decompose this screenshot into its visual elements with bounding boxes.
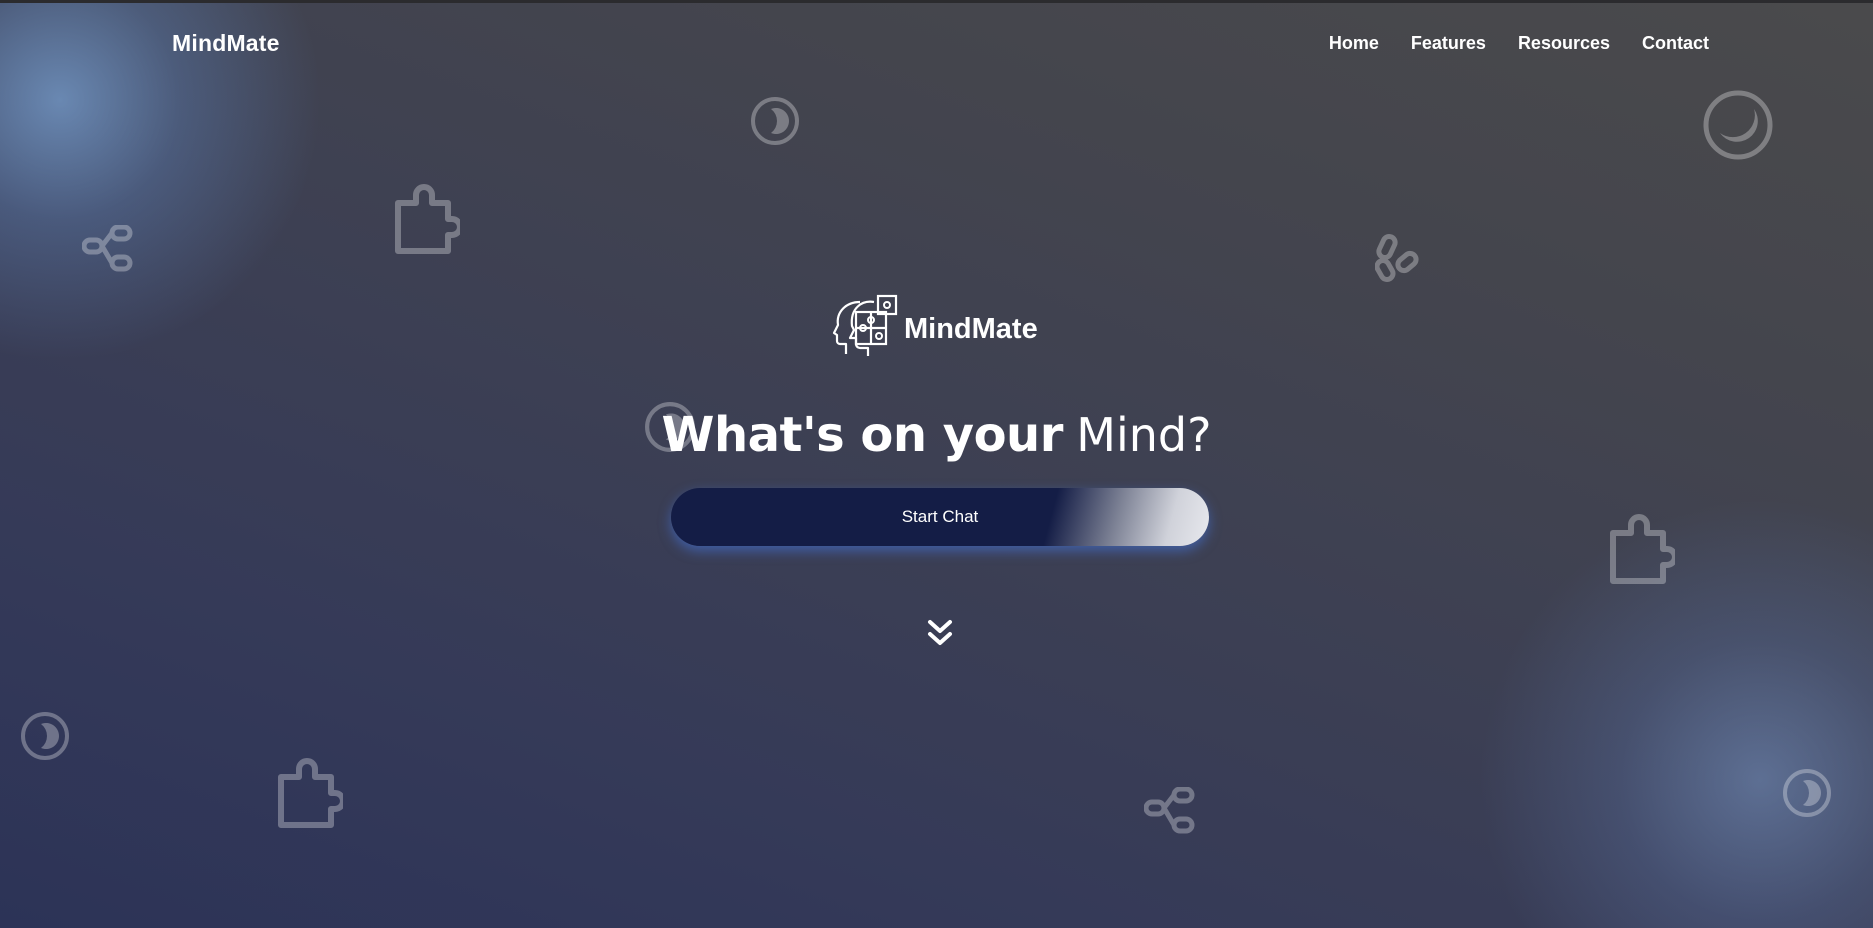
nav-resources[interactable]: Resources [1518,33,1610,54]
nav-contact[interactable]: Contact [1642,33,1709,54]
moon-icon [1782,768,1832,818]
headline-bold-text: What's on your [661,407,1064,463]
moon-icon [750,96,800,146]
nav-features[interactable]: Features [1411,33,1486,54]
head-puzzle-icon [832,294,898,356]
hero-logo-text: MindMate [904,312,1038,345]
top-border [0,0,1873,3]
puzzle-icon [394,183,460,255]
main-nav: Home Features Resources Contact [1329,33,1709,54]
double-chevron-down-icon[interactable] [926,618,954,648]
puzzle-icon [277,757,343,829]
hero-logo: MindMate [832,294,1038,360]
link-icon [1375,232,1425,284]
nodes-icon [1144,787,1196,835]
moon-icon [20,711,70,761]
moon-icon [1702,89,1774,161]
brand-logo-text[interactable]: MindMate [172,30,280,57]
nodes-icon [82,225,134,273]
headline-light-text: Mind? [1076,408,1212,462]
start-chat-button[interactable]: Start Chat [671,488,1209,546]
nav-home[interactable]: Home [1329,33,1379,54]
hero-headline: What's on your Mind? [0,405,1873,466]
puzzle-icon [1609,513,1675,585]
